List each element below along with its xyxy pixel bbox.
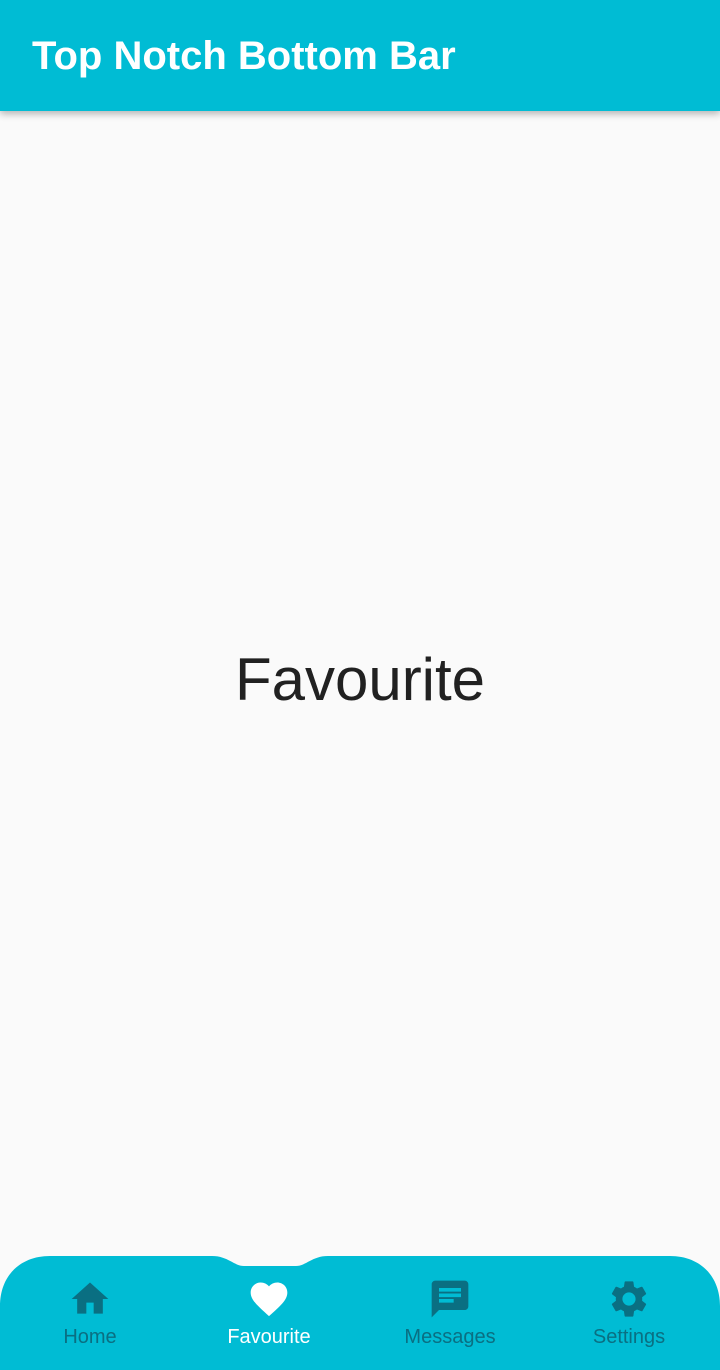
app-screen: Top Notch Bottom Bar Favourite Home Favo… bbox=[0, 0, 720, 1370]
nav-item-home[interactable]: Home bbox=[0, 1256, 180, 1370]
main-content: Favourite bbox=[0, 111, 720, 1256]
nav-item-settings[interactable]: Settings bbox=[539, 1256, 719, 1370]
page-title: Top Notch Bottom Bar bbox=[32, 34, 456, 78]
message-icon bbox=[428, 1277, 472, 1321]
nav-item-favourite-label: Favourite bbox=[227, 1326, 311, 1348]
nav-item-messages[interactable]: Messages bbox=[360, 1256, 540, 1370]
nav-item-home-label: Home bbox=[63, 1326, 117, 1348]
app-bar: Top Notch Bottom Bar bbox=[0, 0, 720, 111]
nav-item-messages-label: Messages bbox=[404, 1326, 496, 1348]
gear-icon bbox=[607, 1277, 651, 1321]
home-icon bbox=[68, 1277, 112, 1321]
heart-icon bbox=[247, 1277, 291, 1321]
bottom-navigation-bar: Home Favourite Messages Settings bbox=[0, 1256, 720, 1370]
content-label: Favourite bbox=[234, 645, 486, 713]
nav-item-settings-label: Settings bbox=[592, 1326, 666, 1348]
nav-item-favourite[interactable]: Favourite bbox=[179, 1256, 359, 1370]
